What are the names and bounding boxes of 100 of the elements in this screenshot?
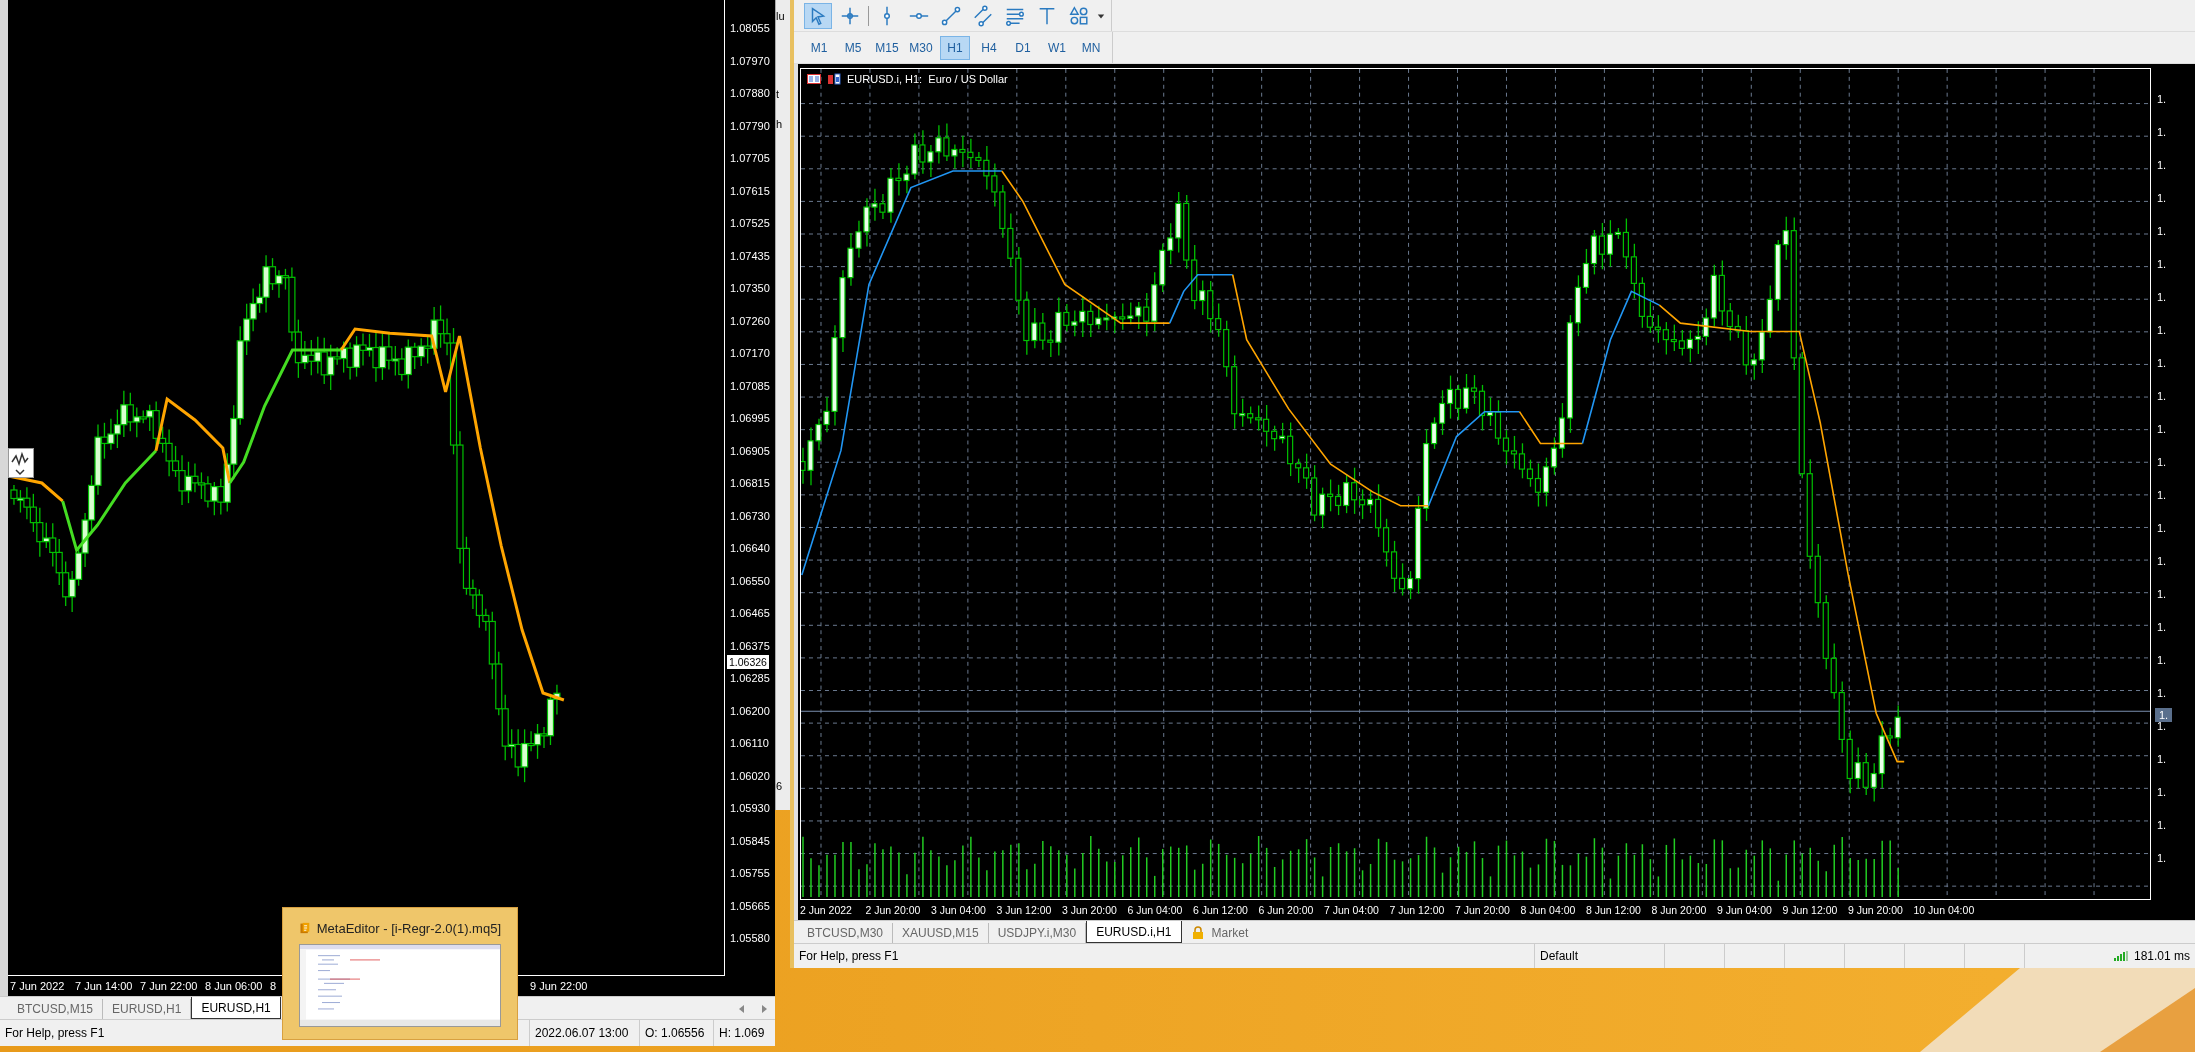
time-label: 8 Jun 04:00 — [1520, 904, 1577, 916]
price-label: 1.06020 — [729, 768, 771, 784]
price-label: 1.06110 — [729, 736, 770, 751]
price-label: 1. — [2156, 587, 2168, 601]
price-label: 1.07435 — [729, 248, 771, 264]
status-text: H: 1.069 — [713, 1020, 775, 1046]
price-label: 1. — [2156, 488, 2168, 502]
price-label: 1.05755 — [729, 866, 771, 881]
taskbar-preview-tooltip[interactable]: MetaEditor - [i-Regr-2.0(1).mq5] — [282, 907, 518, 1040]
lock-icon — [1191, 926, 1204, 940]
price-label: 1.06375 — [729, 638, 771, 654]
price-label: 1. — [2156, 290, 2168, 304]
timeframe-button[interactable]: H1 — [940, 35, 970, 60]
price-label: 1. — [2156, 653, 2168, 667]
price-label: 1. — [2156, 422, 2168, 436]
partial-text: 6 — [776, 780, 784, 792]
status-text: 2022.06.07 13:00 — [529, 1020, 639, 1046]
timeframe-button[interactable]: M5 — [838, 35, 868, 60]
time-label: 8 Jun 12:00 — [1586, 904, 1642, 916]
time-label: 6 Jun 20:00 — [1258, 904, 1315, 916]
timeframe-button[interactable]: D1 — [1008, 35, 1038, 60]
time-label: 9 Jun 04:00 — [1717, 904, 1773, 916]
price-label: 1.06905 — [729, 443, 771, 459]
price-label: 1. — [2156, 818, 2168, 832]
price-label: 1.06640 — [729, 541, 771, 556]
timeframe-button[interactable]: H4 — [974, 35, 1004, 60]
time-label: 7 Jun 2022 — [10, 980, 66, 992]
chart-tab[interactable]: EURUSD,H1 — [191, 997, 281, 1019]
price-label: 1. — [2156, 125, 2168, 139]
signal-strength-icon — [2113, 951, 2128, 961]
time-label: 7 Jun 22:00 — [140, 980, 199, 992]
price-label: 1. — [2156, 851, 2168, 865]
time-label: 7 Jun 20:00 — [1455, 904, 1511, 916]
price-label: 1. — [2156, 224, 2168, 238]
price-label: 1. — [2156, 191, 2168, 205]
price-label: 1. — [2156, 356, 2168, 370]
time-label: 3 Jun 12:00 — [996, 904, 1053, 916]
timeframe-button[interactable]: MN — [1076, 35, 1106, 60]
price-label: 1.07880 — [729, 86, 771, 101]
price-label: 1.06550 — [729, 573, 771, 589]
price-label: 1. — [2156, 686, 2168, 700]
profile-status: Default — [1534, 944, 1664, 968]
price-label: 1.05665 — [729, 898, 771, 914]
chart-tab[interactable]: EURUSD.i,H1 — [1086, 921, 1182, 943]
bar-chart-icon — [827, 73, 841, 85]
price-label: 1.06285 — [729, 671, 771, 686]
price-label: 1.05580 — [729, 931, 771, 946]
timeframe-button[interactable]: W1 — [1042, 35, 1072, 60]
price-label: 1. — [2156, 719, 2168, 733]
price-label: 1. — [2156, 92, 2168, 106]
price-label: 1. — [2156, 323, 2168, 337]
price-label: 1. — [2156, 752, 2168, 766]
caret-icon[interactable] — [1097, 11, 1105, 20]
time-label: 9 Jun 22:00 — [530, 980, 589, 992]
price-label: 1.06995 — [729, 411, 771, 426]
price-label: 1.06730 — [729, 508, 771, 524]
preview-title: MetaEditor - [i-Regr-2.0(1).mq5] — [316, 920, 501, 936]
price-label: 1.05845 — [729, 833, 771, 849]
time-label: 3 Jun 20:00 — [1062, 904, 1118, 916]
price-label: 1. — [2156, 620, 2168, 634]
price-label: 1.05930 — [729, 801, 771, 816]
price-label: 1. — [2156, 785, 2168, 799]
price-label: 1.07790 — [729, 118, 771, 134]
price-label: 1. — [2156, 521, 2168, 535]
price-label: 1.06465 — [729, 606, 771, 621]
time-label: 2 Jun 2022 — [800, 904, 853, 916]
partial-text: t — [776, 88, 781, 100]
partial-text: h — [776, 118, 784, 130]
chart-window-icon — [807, 74, 821, 84]
current-price-label: 1.06326 — [727, 655, 769, 669]
time-label: 10 Jun 04:00 — [1913, 904, 1976, 916]
timeframe-button[interactable]: M30 — [906, 35, 936, 60]
time-label: 7 Jun 14:00 — [75, 980, 134, 992]
price-label: 1.08055 — [729, 21, 771, 36]
status-text: O: 1.06556 — [639, 1020, 713, 1046]
status-text: For Help, press F1 — [798, 948, 900, 965]
scroll-right-icon[interactable] — [759, 1004, 769, 1014]
price-label: 1.07615 — [729, 183, 771, 199]
price-label: 1. — [2156, 389, 2168, 403]
price-label: 1.07350 — [729, 281, 771, 296]
price-label: 1. — [2156, 455, 2168, 469]
price-label: 1.06200 — [729, 703, 771, 719]
timeframe-button[interactable]: M15 — [872, 35, 902, 60]
time-label: 7 Jun 04:00 — [1324, 904, 1380, 916]
cursor-tool-icon[interactable] — [804, 2, 832, 29]
price-label: 1.07525 — [729, 216, 771, 231]
time-label: 9 Jun 20:00 — [1848, 904, 1904, 916]
ping-text: 181.01 ms — [2133, 949, 2190, 963]
scroll-left-icon[interactable] — [737, 1004, 747, 1014]
time-label: 8 Jun 06:00 — [205, 980, 264, 992]
app-icon — [299, 920, 311, 936]
price-label: 1.07085 — [729, 378, 771, 394]
current-price-label: 1. — [2155, 708, 2173, 722]
indicator-zigzag-icon[interactable] — [8, 448, 34, 478]
price-label: 1. — [2156, 257, 2168, 271]
price-label: 1.07260 — [729, 313, 771, 329]
timeframe-button[interactable]: M1 — [804, 35, 834, 60]
status-text: For Help, press F1 — [4, 1025, 106, 1042]
time-label: 6 Jun 12:00 — [1193, 904, 1249, 916]
price-label: 1. — [2156, 554, 2168, 568]
